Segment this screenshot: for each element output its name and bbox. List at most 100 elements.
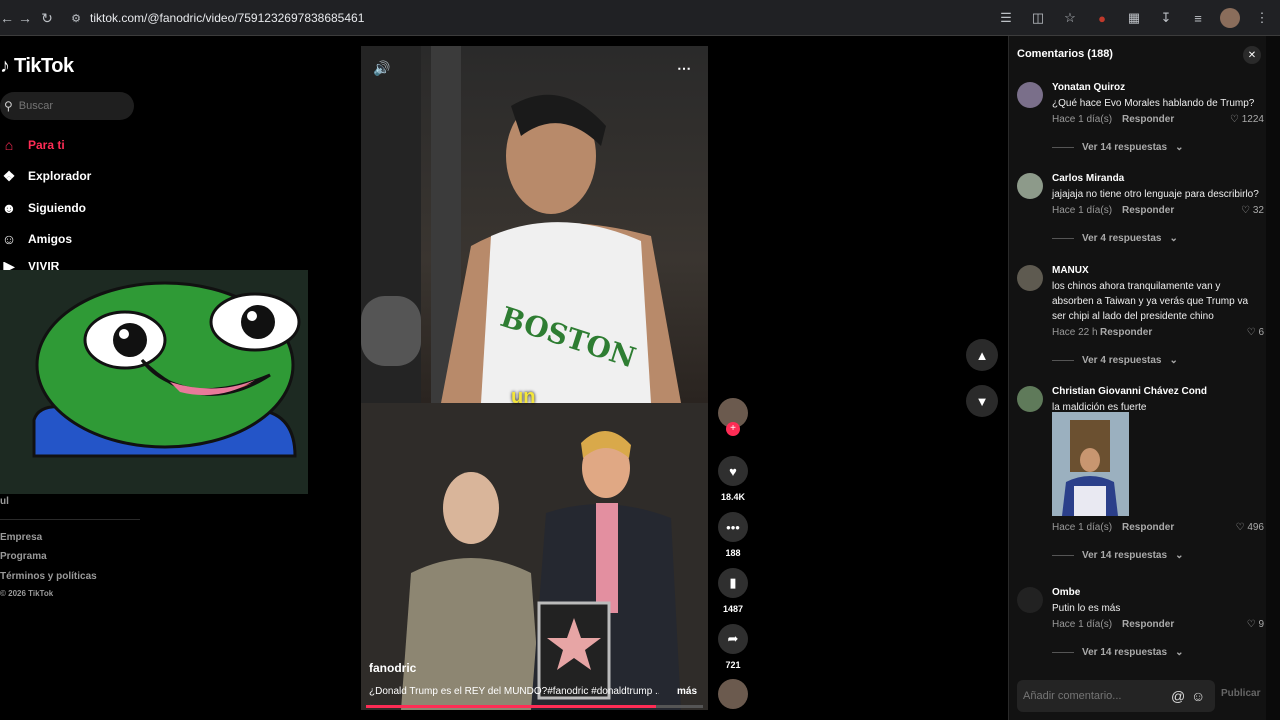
search-box[interactable]: ⚲ bbox=[0, 92, 134, 120]
commenter-avatar[interactable] bbox=[1017, 173, 1043, 199]
nav-item-siguiendo[interactable]: ☻ Siguiendo bbox=[0, 199, 86, 217]
reply-button[interactable]: Responder bbox=[1122, 619, 1174, 630]
browser-menu-icon[interactable]: ⋮ bbox=[1252, 8, 1272, 28]
volume-icon[interactable]: 🔊 bbox=[373, 60, 390, 77]
view-replies-label: Ver 14 respuestas bbox=[1082, 647, 1168, 658]
comment-like-button[interactable]: ♡ 6 bbox=[1247, 327, 1264, 338]
nav-item-live[interactable]: ▶ VIVIR bbox=[0, 262, 60, 270]
nav-item-para-ti[interactable]: ⌂ Para ti bbox=[0, 136, 65, 154]
share-icon: ➦ bbox=[718, 624, 748, 654]
chevron-up-icon: ▲ bbox=[975, 347, 989, 363]
download-icon[interactable]: ↧ bbox=[1156, 8, 1176, 28]
video-subtitle: un bbox=[511, 386, 536, 408]
heart-outline-icon: ♡ bbox=[1230, 114, 1242, 125]
video-author[interactable]: fanodric bbox=[369, 661, 416, 675]
comment-like-count: 9 bbox=[1258, 619, 1264, 630]
comment-username[interactable]: MANUX bbox=[1052, 265, 1089, 276]
caption-more-link[interactable]: más bbox=[677, 686, 697, 697]
footer-link-terminos[interactable]: Términos y políticas bbox=[0, 571, 97, 582]
site-info-icon[interactable]: ⚙ bbox=[68, 10, 84, 26]
view-replies-button[interactable]: Ver 4 respuestas ⌄ bbox=[1052, 233, 1178, 244]
logo-text: TikTok bbox=[14, 55, 74, 77]
reply-button[interactable]: Responder bbox=[1122, 205, 1174, 216]
reply-button[interactable]: Responder bbox=[1100, 327, 1152, 338]
view-replies-button[interactable]: Ver 14 respuestas ⌄ bbox=[1052, 550, 1183, 561]
bookmark-star-icon[interactable]: ☆ bbox=[1060, 8, 1080, 28]
reload-icon[interactable]: ↻ bbox=[36, 7, 58, 29]
comment-image[interactable] bbox=[1052, 412, 1129, 516]
comment-username[interactable]: Carlos Miranda bbox=[1052, 173, 1124, 184]
pepe-overlay-image bbox=[0, 270, 308, 494]
heart-outline-icon: ♡ bbox=[1246, 619, 1259, 630]
video-progress-fill bbox=[366, 705, 656, 708]
comment-like-button[interactable]: ♡ 9 bbox=[1247, 619, 1264, 630]
comment-like-button[interactable]: ♡ 496 bbox=[1236, 522, 1264, 533]
comment-like-button[interactable]: ♡ 32 bbox=[1241, 205, 1264, 216]
heart-icon: ♥ bbox=[718, 456, 748, 486]
nav-label: Explorador bbox=[28, 169, 92, 183]
sidebar-divider bbox=[0, 519, 140, 520]
comment-text: Putin lo es más bbox=[1052, 603, 1121, 614]
view-replies-label: Ver 4 respuestas bbox=[1082, 355, 1162, 366]
comment-text: los chinos ahora tranquilamente van y ab… bbox=[1052, 281, 1249, 322]
nav-label: Amigos bbox=[28, 232, 73, 246]
music-disc[interactable] bbox=[718, 679, 748, 709]
comment-meta: Hace 1 día(s) Responder ♡ 1224 bbox=[1052, 114, 1264, 125]
creator-avatar[interactable]: + bbox=[718, 398, 748, 436]
view-replies-label: Ver 14 respuestas bbox=[1082, 550, 1168, 561]
commenter-avatar[interactable] bbox=[1017, 386, 1043, 412]
address-bar[interactable]: ⚙ tiktok.com/@fanodric/video/75912326978… bbox=[66, 7, 1036, 29]
close-icon: ✕ bbox=[1247, 49, 1257, 61]
translate-icon[interactable]: ☰ bbox=[996, 8, 1016, 28]
page-scrollbar[interactable] bbox=[1266, 36, 1280, 720]
footer-link-programa[interactable]: Programa bbox=[0, 551, 47, 562]
comment-username[interactable]: Ombe bbox=[1052, 587, 1080, 598]
emoji-icon[interactable]: ☺ bbox=[1191, 688, 1205, 704]
profile-avatar-icon[interactable] bbox=[1220, 8, 1240, 28]
media-control-icon[interactable]: ≡ bbox=[1188, 8, 1208, 28]
comment-like-button[interactable]: ♡ 1224 bbox=[1230, 114, 1264, 125]
comments-title: Comentarios (188) bbox=[1017, 48, 1113, 60]
commenter-avatar[interactable] bbox=[1017, 82, 1043, 108]
reply-button[interactable]: Responder bbox=[1122, 522, 1174, 533]
commenter-avatar[interactable] bbox=[1017, 587, 1043, 613]
publish-button[interactable]: Publicar bbox=[1221, 688, 1260, 699]
follow-plus-icon[interactable]: + bbox=[726, 422, 740, 436]
next-video-button[interactable]: ▼ bbox=[966, 385, 998, 417]
nav-label: VIVIR bbox=[28, 262, 60, 270]
share-action[interactable]: ➦ 721 bbox=[718, 624, 748, 670]
like-count: 18.4K bbox=[720, 492, 746, 502]
close-comments-button[interactable]: ✕ bbox=[1243, 46, 1261, 64]
chevron-down-icon: ▼ bbox=[975, 393, 989, 409]
tiktok-logo[interactable]: ♪ TikTok bbox=[0, 55, 74, 78]
view-replies-button[interactable]: Ver 14 respuestas ⌄ bbox=[1052, 647, 1183, 658]
more-options-icon[interactable]: ⋯ bbox=[677, 60, 691, 77]
view-replies-button[interactable]: Ver 4 respuestas ⌄ bbox=[1052, 355, 1178, 366]
view-replies-button[interactable]: Ver 14 respuestas ⌄ bbox=[1052, 142, 1183, 153]
video-player[interactable]: BOSTON 🔊 ⋯ un fanodric ¿Donald Trump es … bbox=[361, 46, 708, 710]
extensions-icon[interactable]: ▦ bbox=[1124, 8, 1144, 28]
video-progress-bar[interactable] bbox=[366, 705, 703, 708]
heart-outline-icon: ♡ bbox=[1241, 205, 1253, 216]
install-icon[interactable]: ◫ bbox=[1028, 8, 1048, 28]
footer-link-empresa[interactable]: Empresa bbox=[0, 532, 42, 543]
save-action[interactable]: ▮ 1487 bbox=[718, 568, 748, 614]
nav-item-explorador[interactable]: ❖ Explorador bbox=[0, 167, 92, 185]
mention-icon[interactable]: @ bbox=[1171, 688, 1185, 704]
comment-count: 188 bbox=[725, 548, 741, 558]
chevron-down-icon: ⌄ bbox=[1169, 233, 1178, 244]
add-comment-input[interactable] bbox=[1023, 690, 1163, 702]
reply-button[interactable]: Responder bbox=[1122, 114, 1174, 125]
comment-action[interactable]: ••• 188 bbox=[718, 512, 748, 558]
forward-icon[interactable]: → bbox=[14, 7, 36, 29]
comment-username[interactable]: Yonatan Quiroz bbox=[1052, 82, 1125, 93]
following-icon: ☻ bbox=[1, 200, 17, 216]
nav-item-amigos[interactable]: ☺ Amigos bbox=[0, 230, 72, 248]
add-comment-box[interactable] bbox=[1017, 680, 1215, 712]
commenter-avatar[interactable] bbox=[1017, 265, 1043, 291]
previous-video-button[interactable]: ▲ bbox=[966, 339, 998, 371]
search-input[interactable] bbox=[18, 100, 119, 112]
extension-color-icon[interactable]: ● bbox=[1092, 8, 1112, 28]
comment-username[interactable]: Christian Giovanni Chávez Cond bbox=[1052, 386, 1207, 397]
like-action[interactable]: ♥ 18.4K bbox=[718, 456, 748, 502]
